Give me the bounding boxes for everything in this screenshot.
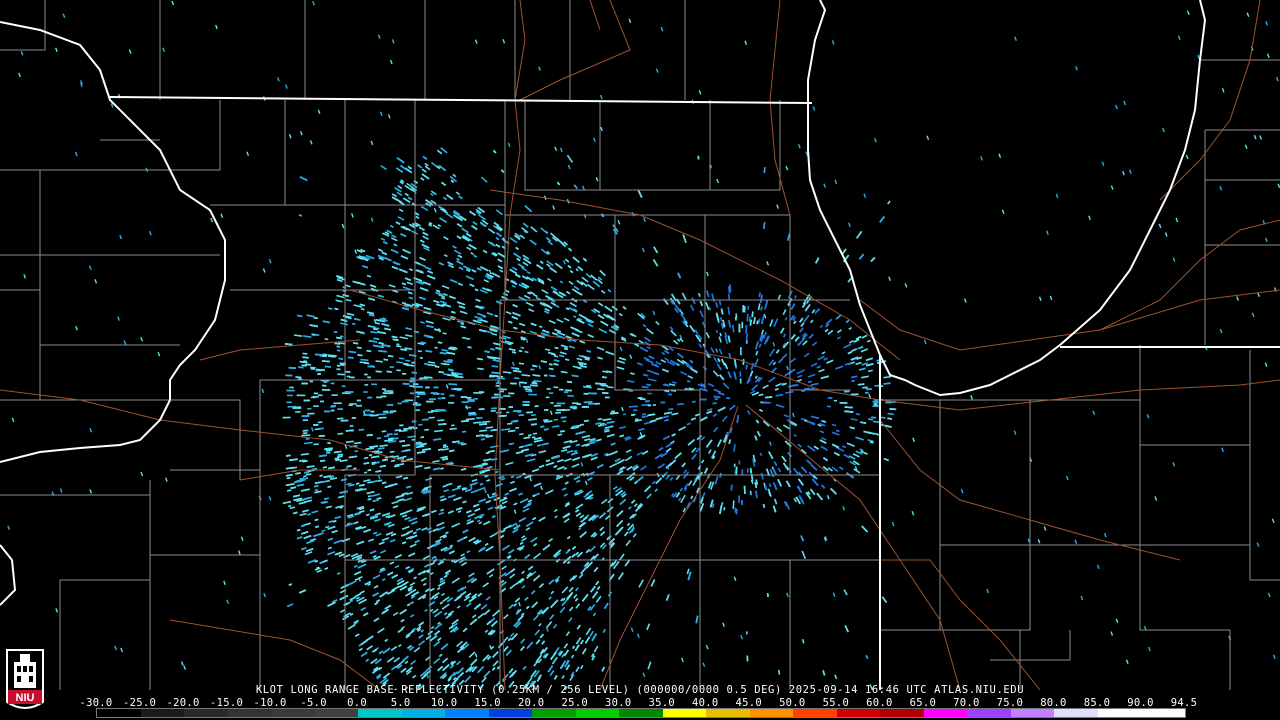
colorbar-swatch — [923, 709, 968, 717]
colorbar-swatch — [1097, 709, 1142, 717]
colorbar-swatch — [184, 709, 228, 717]
colorbar-swatch — [662, 709, 707, 717]
reflectivity-colorbar — [96, 708, 1186, 718]
colorbar-swatch — [575, 709, 620, 717]
colorbar-swatch — [445, 709, 489, 717]
colorbar-swatch — [619, 709, 663, 717]
radar-site-marker — [734, 393, 748, 407]
radar-map — [0, 0, 1280, 690]
colorbar-swatch — [749, 709, 794, 717]
colorbar-swatch — [706, 709, 750, 717]
colorbar-swatch — [1054, 709, 1098, 717]
product-caption: KLOT LONG RANGE BASE REFLECTIVITY (0.25K… — [255, 684, 1025, 696]
colorbar-swatch — [836, 709, 881, 717]
colorbar-swatch — [358, 709, 402, 717]
colorbar-swatch — [488, 709, 533, 717]
colorbar-swatch — [1141, 709, 1185, 717]
colorbar-swatch — [967, 709, 1011, 717]
niu-logo: NIU — [4, 648, 46, 716]
colorbar-swatch — [401, 709, 446, 717]
colorbar-labels: -30.0 -25.0 -20.0 -15.0 -10.0 -5.0 0.0 5.0 10.0 1… — [79, 697, 1197, 709]
colorbar-swatch — [793, 709, 837, 717]
colorbar-swatch — [227, 709, 272, 717]
colorbar-swatch — [880, 709, 924, 717]
colorbar-swatch — [1010, 709, 1055, 717]
colorbar-swatch — [140, 709, 185, 717]
colorbar-swatch — [271, 709, 315, 717]
colorbar-swatch — [532, 709, 576, 717]
colorbar-swatch — [314, 709, 359, 717]
colorbar-swatch — [97, 709, 141, 717]
